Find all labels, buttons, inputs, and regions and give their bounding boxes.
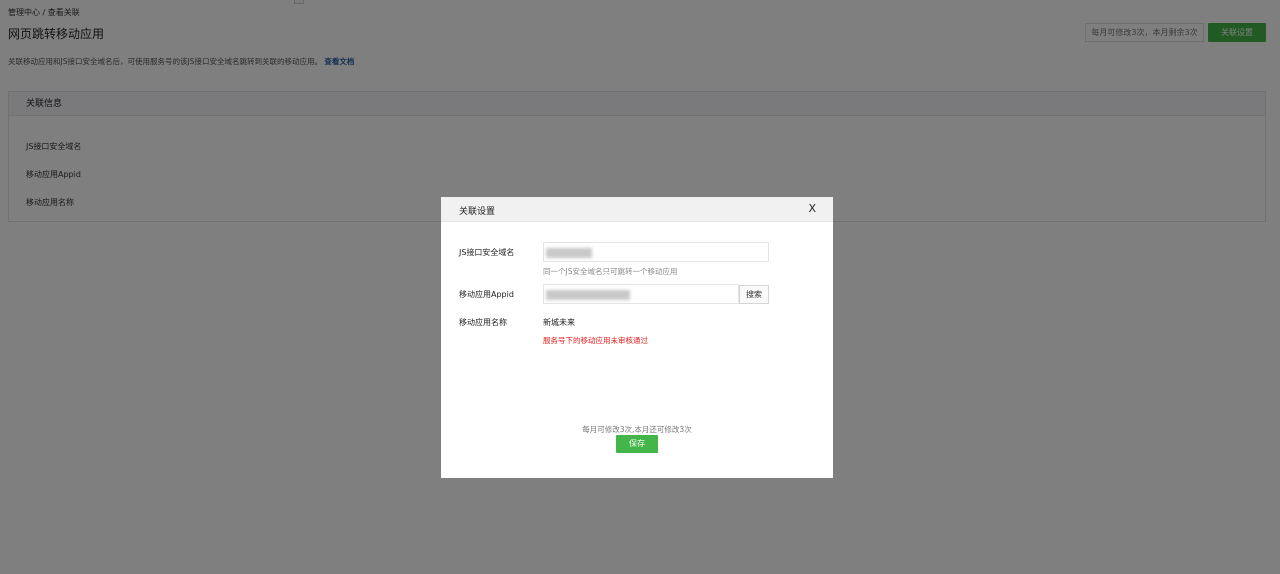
app-name-value: 新城未来 bbox=[543, 318, 575, 327]
close-icon[interactable]: X bbox=[808, 202, 816, 215]
appid-input[interactable] bbox=[543, 284, 739, 304]
redacted-domain-value bbox=[546, 248, 592, 258]
appid-label: 移动应用Appid bbox=[459, 290, 514, 299]
modify-quota-note: 每月可修改3次,本月还可修改3次 bbox=[582, 425, 692, 434]
domain-label: JS接口安全域名 bbox=[459, 248, 515, 257]
save-button[interactable]: 保存 bbox=[616, 435, 658, 453]
domain-hint: 同一个JS安全域名只可跳转一个移动应用 bbox=[543, 267, 678, 276]
redacted-appid-value bbox=[546, 290, 630, 300]
modal-header: 关联设置 X bbox=[441, 197, 833, 222]
association-settings-modal: 关联设置 X JS接口安全域名 同一个JS安全域名只可跳转一个移动应用 移动应用… bbox=[441, 197, 833, 478]
app-name-label: 移动应用名称 bbox=[459, 318, 507, 327]
domain-input[interactable] bbox=[543, 242, 769, 262]
search-button[interactable]: 搜索 bbox=[739, 285, 769, 304]
review-error-message: 服务号下的移动应用未审核通过 bbox=[543, 336, 648, 345]
modal-title: 关联设置 bbox=[459, 207, 496, 217]
